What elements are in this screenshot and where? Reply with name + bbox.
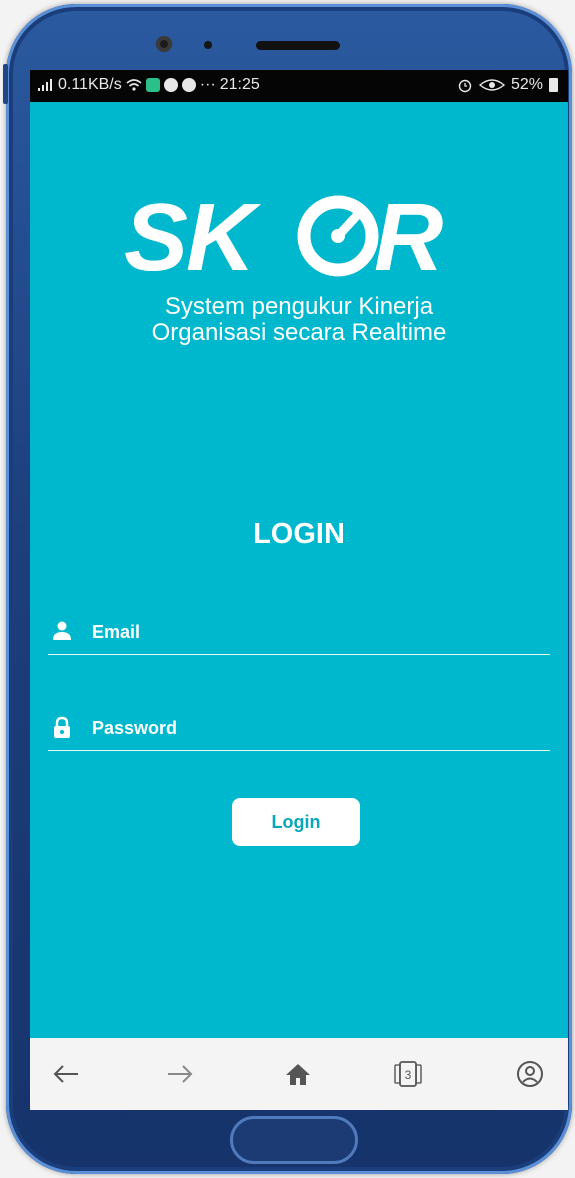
phone-screen: 0.11KB/s ··· 21:25 52% SK R System pengu…: [30, 70, 568, 1110]
back-button[interactable]: [48, 1056, 84, 1092]
svg-text:SK: SK: [124, 188, 262, 284]
password-field[interactable]: Password: [48, 700, 550, 751]
login-heading: LOGIN: [253, 518, 345, 550]
speedometer-icon: [297, 195, 379, 277]
skor-logo: SK R: [124, 188, 443, 284]
alarm-icon: [458, 79, 472, 93]
lock-icon: [54, 716, 70, 738]
earpiece-speaker: [256, 41, 340, 50]
proximity-sensor: [204, 41, 212, 49]
tabs-button[interactable]: 3: [390, 1056, 426, 1092]
battery-level: 52%: [510, 76, 543, 93]
notification-app-icon: [181, 78, 196, 92]
eye-icon: [478, 79, 505, 91]
back-arrow-icon: [53, 1065, 78, 1083]
tab-count: 3: [405, 1068, 412, 1082]
forward-button[interactable]: [162, 1056, 198, 1092]
browser-navigation-bar: 3: [30, 1038, 568, 1110]
network-speed: 0.11KB/s: [58, 76, 122, 93]
more-notifications-indicator: ···: [199, 76, 216, 93]
smiley-app-icon: [163, 78, 178, 92]
account-icon: [517, 1061, 543, 1087]
home-icon: [286, 1064, 310, 1085]
tagline-line-1: System pengukur Kinerja: [164, 293, 434, 320]
account-button[interactable]: [512, 1056, 548, 1092]
front-camera: [156, 36, 172, 52]
tabs-icon: 3: [394, 1061, 422, 1087]
home-button[interactable]: [280, 1056, 316, 1092]
signal-icon: [38, 79, 54, 91]
tagline: System pengukur Kinerja Organisasi secar…: [30, 294, 568, 346]
clock: 21:25: [219, 76, 260, 93]
wifi-icon: [126, 79, 142, 91]
email-field-label: Email: [92, 622, 141, 642]
phone-top-bezel: [6, 4, 572, 74]
password-field-label: Password: [92, 718, 178, 738]
battery-icon: [549, 78, 558, 92]
email-field[interactable]: Email: [48, 604, 550, 655]
forward-arrow-icon: [168, 1065, 193, 1083]
status-bar: 0.11KB/s ··· 21:25 52%: [30, 70, 568, 102]
svg-text:R: R: [374, 188, 443, 284]
tagline-line-2: Organisasi secara Realtime: [151, 319, 447, 346]
brand-header: SK R System pengukur Kinerja Organisasi …: [30, 188, 568, 346]
user-icon: [53, 621, 71, 640]
hardware-home-button[interactable]: [230, 1116, 358, 1164]
chat-app-icon: [145, 78, 160, 92]
login-button[interactable]: Login: [232, 798, 360, 846]
